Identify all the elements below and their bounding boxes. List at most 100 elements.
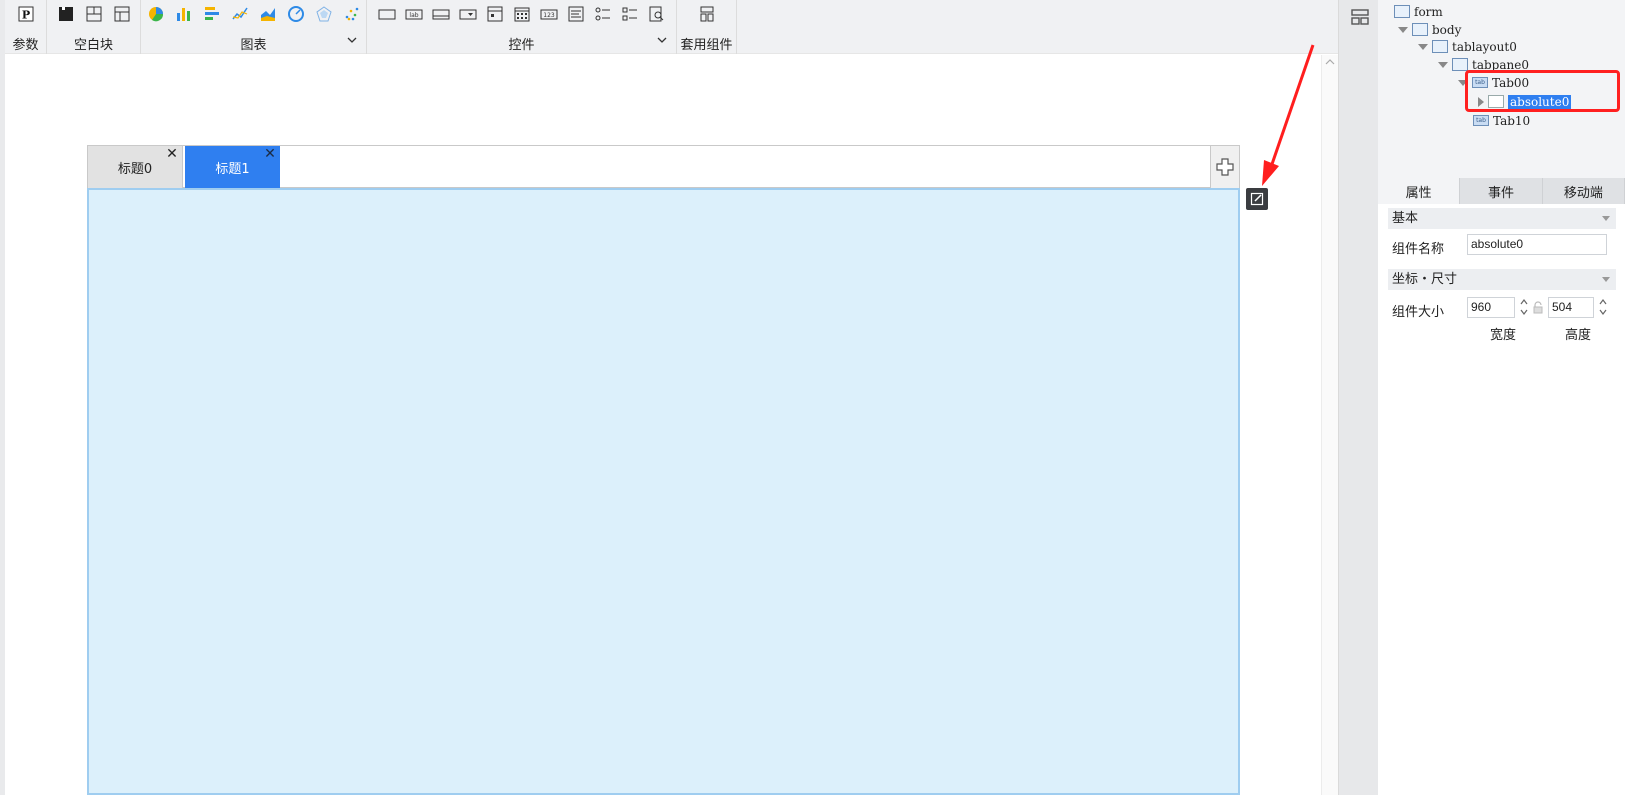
tabpane: 标题0 ✕ 标题1 ✕ <box>87 145 1240 795</box>
app-window: P 参数 空白块 图表 lab 123 控件 套用组件 标题0 ✕ 标题1 ✕ … <box>0 0 1625 795</box>
toolbar-label-params: 参数 <box>12 38 39 53</box>
tab-icon: tab <box>1473 115 1489 126</box>
tab-properties[interactable]: 属性 <box>1378 178 1461 204</box>
form-icon <box>1394 5 1410 18</box>
svg-text:P: P <box>21 9 29 22</box>
chevron-up-icon[interactable] <box>1597 297 1609 307</box>
property-tabs: 属性 事件 移动端 <box>1378 178 1625 204</box>
plus-icon <box>1216 158 1234 176</box>
expand-arrow-icon[interactable] <box>1418 43 1428 50</box>
tab-events[interactable]: 事件 <box>1460 178 1543 204</box>
chevron-down-icon[interactable] <box>1518 307 1530 317</box>
parameter-icon[interactable]: P <box>16 4 36 24</box>
toolbar-group-templates: 套用组件 <box>677 0 737 54</box>
collapse-icon <box>1602 216 1610 221</box>
height-label: 高度 <box>1565 328 1592 343</box>
tab-title1[interactable]: 标题1 ✕ <box>185 146 280 188</box>
svg-text:123: 123 <box>543 12 555 19</box>
edit-icon[interactable] <box>1246 188 1268 210</box>
tab-title0[interactable]: 标题0 ✕ <box>88 146 183 188</box>
height-stepper[interactable] <box>1597 297 1609 318</box>
checkbox-group-icon[interactable] <box>620 4 640 24</box>
template-component-icon[interactable] <box>697 4 717 24</box>
tree-node-label: Tab10 <box>1493 113 1531 128</box>
toolbar-group-widgets: lab 123 控件 <box>367 0 677 54</box>
line-chart-icon[interactable] <box>230 4 250 24</box>
pie-chart-icon[interactable] <box>146 4 166 24</box>
split-block-icon[interactable] <box>84 4 104 24</box>
tab-mobile[interactable]: 移动端 <box>1543 178 1625 204</box>
tree-node-label: body <box>1432 22 1462 37</box>
highlight-box <box>1465 70 1620 112</box>
horizontal-bar-icon[interactable] <box>202 4 222 24</box>
component-size-label: 组件大小 <box>1392 305 1445 320</box>
chevron-down-icon[interactable] <box>346 34 358 46</box>
component-name-input[interactable]: absolute0 <box>1467 234 1607 255</box>
number-widget-icon[interactable]: 123 <box>539 4 559 24</box>
section-geometry[interactable]: 坐标・尺寸 <box>1388 269 1616 290</box>
dropdown-widget-icon[interactable] <box>458 4 478 24</box>
absolute-layout-area[interactable] <box>87 188 1240 795</box>
height-input[interactable]: 504 <box>1548 297 1594 318</box>
button-widget-icon[interactable] <box>431 4 451 24</box>
gauge-chart-icon[interactable] <box>286 4 306 24</box>
canvas-scrollbar[interactable] <box>1321 55 1338 795</box>
grid-block-icon[interactable] <box>112 4 132 24</box>
section-title: 坐标・尺寸 <box>1392 272 1458 287</box>
svg-text:lab: lab <box>409 12 418 19</box>
radar-chart-icon[interactable] <box>314 4 334 24</box>
side-toolstrip <box>1338 0 1378 795</box>
component-name-label: 组件名称 <box>1392 242 1445 257</box>
lock-ratio-icon[interactable] <box>1532 301 1544 315</box>
scatter-chart-icon[interactable] <box>342 4 362 24</box>
tree-node-tab10[interactable]: tab Tab10 <box>1473 112 1530 129</box>
body-icon <box>1412 23 1428 36</box>
area-chart-icon[interactable] <box>258 4 278 24</box>
toolbar-group-blank: 空白块 <box>47 0 141 54</box>
tab-bar: 标题0 ✕ 标题1 ✕ <box>87 145 1240 188</box>
chevron-down-icon[interactable] <box>1597 307 1609 317</box>
section-basic[interactable]: 基本 <box>1388 208 1616 229</box>
list-widget-icon[interactable] <box>566 4 586 24</box>
tablayout-icon <box>1432 40 1448 53</box>
tab-label: 标题1 <box>215 161 250 177</box>
toolbar-label-widgets: 控件 <box>508 38 535 53</box>
add-tab-button[interactable] <box>1210 146 1239 188</box>
toolbar-group-charts: 图表 <box>141 0 367 54</box>
chevron-up-icon[interactable] <box>1518 297 1530 307</box>
chevron-down-icon[interactable] <box>656 34 668 46</box>
component-layout-icon[interactable] <box>1350 8 1370 26</box>
label-widget-icon[interactable]: lab <box>404 4 424 24</box>
radio-group-icon[interactable] <box>593 4 613 24</box>
toolbar-label-blank: 空白块 <box>73 38 113 53</box>
expand-arrow-icon[interactable] <box>1438 61 1448 68</box>
tree-node-label: form <box>1414 4 1443 19</box>
close-icon[interactable]: ✕ <box>166 147 178 161</box>
search-widget-icon[interactable] <box>647 4 667 24</box>
date-widget-icon[interactable] <box>512 4 532 24</box>
tree-node-tablayout0[interactable]: tablayout0 <box>1418 38 1517 55</box>
close-icon[interactable]: ✕ <box>264 147 276 161</box>
tree-node-body[interactable]: body <box>1398 21 1461 38</box>
width-stepper[interactable] <box>1518 297 1530 318</box>
collapse-icon <box>1602 277 1610 282</box>
tree-node-form[interactable]: form <box>1394 3 1443 20</box>
bar-chart-icon[interactable] <box>174 4 194 24</box>
toolbar-group-params: P 参数 <box>5 0 47 54</box>
blank-block-icon[interactable] <box>56 4 76 24</box>
width-input[interactable]: 960 <box>1467 297 1515 318</box>
component-tree: form body tablayout0 tabpane0 tab Tab00 <box>1378 0 1625 178</box>
tabpane-icon <box>1452 58 1468 71</box>
expand-arrow-icon[interactable] <box>1398 26 1408 33</box>
textbox-widget-icon[interactable] <box>377 4 397 24</box>
right-panel: form body tablayout0 tabpane0 tab Tab00 <box>1378 0 1625 795</box>
scroll-up-icon[interactable] <box>1324 57 1336 67</box>
toolbar: P 参数 空白块 图表 lab 123 控件 套用组件 <box>5 0 1339 54</box>
tree-node-label: tablayout0 <box>1452 39 1517 54</box>
tree-widget-icon[interactable] <box>485 4 505 24</box>
property-panel: 基本 组件名称 absolute0 坐标・尺寸 组件大小 960 504 宽度 <box>1378 204 1625 795</box>
toolbar-label-templates: 套用组件 <box>680 38 733 53</box>
toolbar-label-charts: 图表 <box>240 38 267 53</box>
width-label: 宽度 <box>1490 328 1517 343</box>
section-title: 基本 <box>1392 211 1419 226</box>
